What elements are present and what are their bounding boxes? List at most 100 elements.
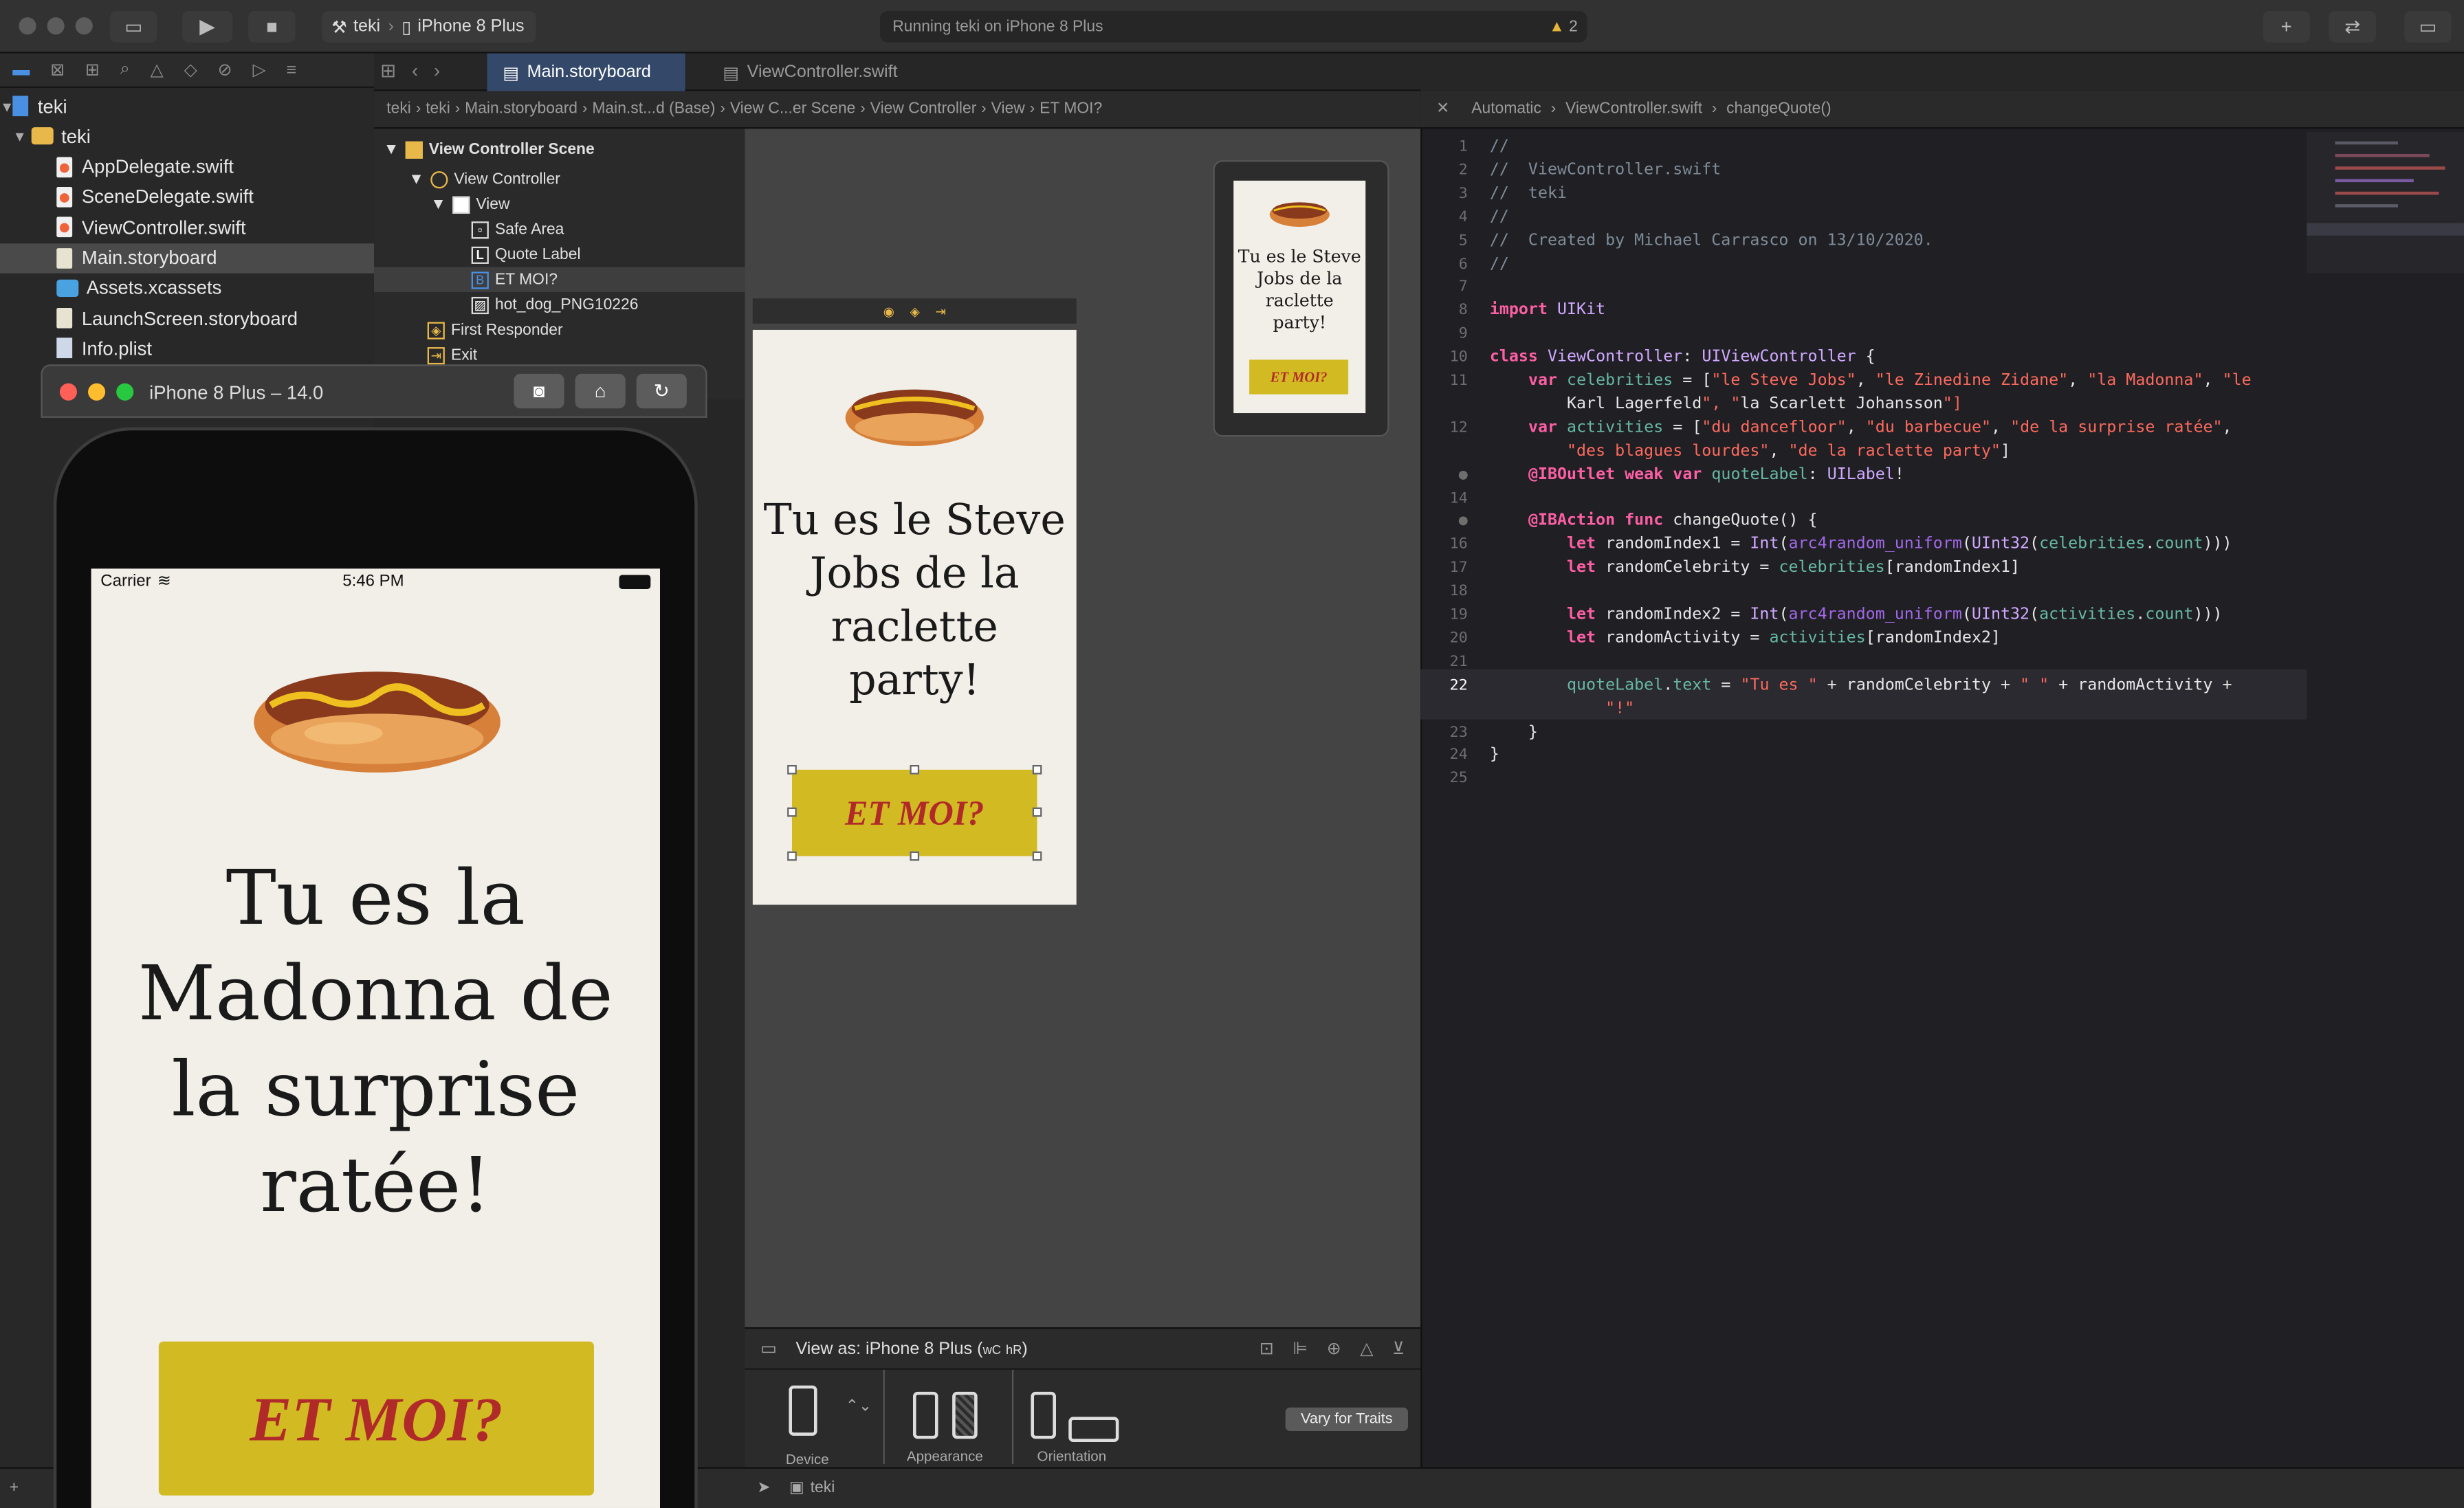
minimize-window-button[interactable] bbox=[87, 383, 106, 401]
debug-icon[interactable]: ⊘ bbox=[218, 60, 232, 80]
jump-bar-item[interactable]: View C...er Scene bbox=[730, 100, 856, 118]
navigator-item-scenedelegate-swift[interactable]: SceneDelegate.swift bbox=[0, 182, 374, 212]
run-button[interactable]: ▶ bbox=[182, 10, 233, 43]
navigator-item-viewcontroller-swift[interactable]: ViewController.swift bbox=[0, 212, 374, 242]
responder-dock-icon[interactable]: ◈ bbox=[910, 304, 920, 318]
issue-icon[interactable]: △ bbox=[151, 60, 164, 80]
outlet-connection-icon[interactable]: ● bbox=[1420, 511, 1468, 535]
warning-count: 2 bbox=[1569, 18, 1578, 36]
jump-bar-item[interactable]: Main.storyboard bbox=[465, 100, 578, 118]
embed-icon[interactable]: ⊻ bbox=[1392, 1338, 1405, 1358]
zoom-window-button[interactable] bbox=[116, 383, 134, 401]
hierarchy-icon[interactable]: ⊞ bbox=[85, 60, 100, 80]
editor-jump-item[interactable]: ViewController.swift bbox=[1565, 100, 1702, 118]
home-button[interactable]: ⌂ bbox=[575, 373, 626, 409]
jump-bar-item[interactable]: Main.st...d (Base) bbox=[592, 100, 715, 118]
jump-bar-item[interactable]: View bbox=[991, 100, 1025, 118]
navigator-item-assets-xcassets[interactable]: Assets.xcassets bbox=[0, 273, 374, 302]
exit-dock-icon[interactable]: ⇥ bbox=[935, 304, 945, 318]
view-as-label[interactable]: View as: iPhone 8 Plus (wC hR) bbox=[795, 1339, 1027, 1357]
outlet-connection-icon[interactable]: ● bbox=[1420, 465, 1468, 488]
outline-button-row[interactable]: B ET MOI? bbox=[373, 267, 745, 293]
navigator-item-teki[interactable]: ▼ teki bbox=[0, 122, 374, 151]
vary-for-traits-button[interactable]: Vary for Traits bbox=[1285, 1407, 1408, 1431]
zoom-window-button[interactable] bbox=[75, 17, 93, 35]
stepper-icon[interactable]: ⌃⌄ bbox=[846, 1398, 872, 1415]
resize-handle[interactable] bbox=[1032, 807, 1042, 817]
outline-scene-label: View Controller Scene bbox=[428, 140, 595, 158]
editor-jump-item[interactable]: Automatic bbox=[1471, 100, 1541, 118]
jump-bar-item[interactable]: teki bbox=[386, 100, 411, 118]
location-icon[interactable]: ➤ bbox=[757, 1480, 770, 1497]
close-icon[interactable]: ✕ bbox=[1436, 100, 1449, 118]
rotate-button[interactable]: ↻ bbox=[636, 373, 687, 409]
navigator-item-info-plist[interactable]: Info.plist bbox=[0, 333, 374, 363]
outline-scene-row[interactable]: ▼ View Controller Scene bbox=[384, 137, 595, 162]
toggle-inspector-button[interactable]: ▭ bbox=[2404, 10, 2452, 43]
outline-toggle-icon[interactable]: ▭ bbox=[760, 1338, 777, 1358]
outline-controller-row[interactable]: ▼ View Controller bbox=[408, 166, 560, 192]
et-moi-button[interactable]: ET MOI? bbox=[158, 1341, 594, 1496]
align-icon[interactable]: ⊫ bbox=[1292, 1338, 1308, 1358]
jump-bar-item[interactable]: View Controller bbox=[870, 100, 977, 118]
editor-jump-item[interactable]: changeQuote() bbox=[1726, 100, 1831, 118]
pin-icon[interactable]: ⊕ bbox=[1327, 1338, 1341, 1358]
outline-image-row[interactable]: ▨ hot_dog_PNG10226 bbox=[471, 292, 638, 318]
tab-viewcontroller-swift[interactable]: ▤ ViewController.swift bbox=[707, 54, 914, 91]
resize-handle[interactable] bbox=[1032, 851, 1042, 861]
navigator-item-teki[interactable]: ▼ teki bbox=[0, 91, 374, 121]
outline-view-row[interactable]: ▼ View bbox=[430, 192, 509, 217]
warning-badge[interactable]: ▲ 2 bbox=[1549, 18, 1578, 35]
resize-handle[interactable] bbox=[910, 764, 920, 775]
resize-handle[interactable] bbox=[787, 851, 797, 861]
related-items-icon[interactable]: ⊞ bbox=[380, 60, 396, 82]
forward-icon[interactable]: › bbox=[434, 60, 440, 82]
landscape-icon[interactable] bbox=[1068, 1417, 1119, 1442]
source-control-icon[interactable]: ⊠ bbox=[50, 60, 65, 80]
storyboard-button[interactable]: ET MOI? bbox=[791, 769, 1037, 856]
exit-icon: ⇥ bbox=[427, 346, 445, 364]
portrait-icon[interactable] bbox=[1031, 1391, 1056, 1439]
update-frames-icon[interactable]: ⊡ bbox=[1260, 1338, 1274, 1358]
controller-dock-icon[interactable]: ◉ bbox=[883, 304, 894, 318]
dark-appearance-icon[interactable] bbox=[952, 1391, 978, 1439]
light-appearance-icon[interactable] bbox=[912, 1391, 938, 1439]
outline-safe-area-row[interactable]: ▫ Safe Area bbox=[471, 217, 564, 242]
code-area[interactable]: 1 // 2 // ViewController.swift 3 // teki 4 // 5 /… bbox=[1420, 132, 2300, 1467]
folder-icon[interactable]: ▬ bbox=[12, 60, 30, 79]
simulator-window[interactable]: iPhone 8 Plus – 14.0 ◙ ⌂ ↻ Carrier ≋ 5:4… bbox=[41, 364, 707, 1508]
code-review-button[interactable]: ⇄ bbox=[2329, 10, 2376, 43]
storyboard-scene-view[interactable]: Tu es le Steve Jobs de la raclette party… bbox=[752, 329, 1077, 905]
back-icon[interactable]: ‹ bbox=[412, 60, 418, 82]
jump-bar-item[interactable]: ET MOI? bbox=[1040, 100, 1102, 118]
resize-handle[interactable] bbox=[787, 764, 797, 775]
scheme-selector[interactable]: ⚒ teki › ▯ iPhone 8 Plus bbox=[322, 10, 536, 43]
tab-main-storyboard[interactable]: ▤ Main.storyboard bbox=[487, 53, 685, 91]
minimap[interactable] bbox=[2307, 131, 2464, 274]
minimize-window-button[interactable] bbox=[47, 17, 65, 35]
iphone-screen[interactable]: Carrier ≋ 5:46 PM Tu es la Madonna de la… bbox=[91, 568, 660, 1508]
resize-handle[interactable] bbox=[787, 807, 797, 817]
jump-bar-item[interactable]: teki bbox=[426, 100, 450, 118]
navigator-item-launchscreen-storyboard[interactable]: LaunchScreen.storyboard bbox=[0, 303, 374, 333]
report-icon[interactable]: ≡ bbox=[287, 60, 297, 79]
test-icon[interactable]: ◇ bbox=[184, 60, 197, 80]
outline-label-row[interactable]: L Quote Label bbox=[471, 242, 581, 267]
navigator-item-appdelegate-swift[interactable]: AppDelegate.swift bbox=[0, 152, 374, 181]
breakpoint-icon[interactable]: ▷ bbox=[252, 60, 265, 80]
navigator-item-main-storyboard[interactable]: Main.storyboard bbox=[0, 243, 374, 273]
toggle-navigator-button[interactable]: ▭ bbox=[109, 10, 157, 43]
preview-thumbnail[interactable]: Tu es le Steve Jobs de la raclette party… bbox=[1213, 160, 1389, 437]
close-window-button[interactable] bbox=[19, 17, 36, 35]
close-window-button[interactable] bbox=[59, 383, 77, 401]
screenshot-button[interactable]: ◙ bbox=[514, 373, 564, 409]
search-icon[interactable]: ⌕ bbox=[120, 60, 130, 80]
library-button[interactable]: + bbox=[2263, 10, 2310, 43]
stop-button[interactable]: ■ bbox=[248, 10, 296, 43]
outline-first-responder-row[interactable]: ◈ First Responder bbox=[427, 318, 563, 343]
device-icon[interactable] bbox=[789, 1385, 817, 1436]
resolve-icon[interactable]: △ bbox=[1360, 1338, 1373, 1358]
plus-icon[interactable]: + bbox=[10, 1480, 19, 1497]
resize-handle[interactable] bbox=[910, 851, 920, 861]
resize-handle[interactable] bbox=[1032, 764, 1042, 775]
